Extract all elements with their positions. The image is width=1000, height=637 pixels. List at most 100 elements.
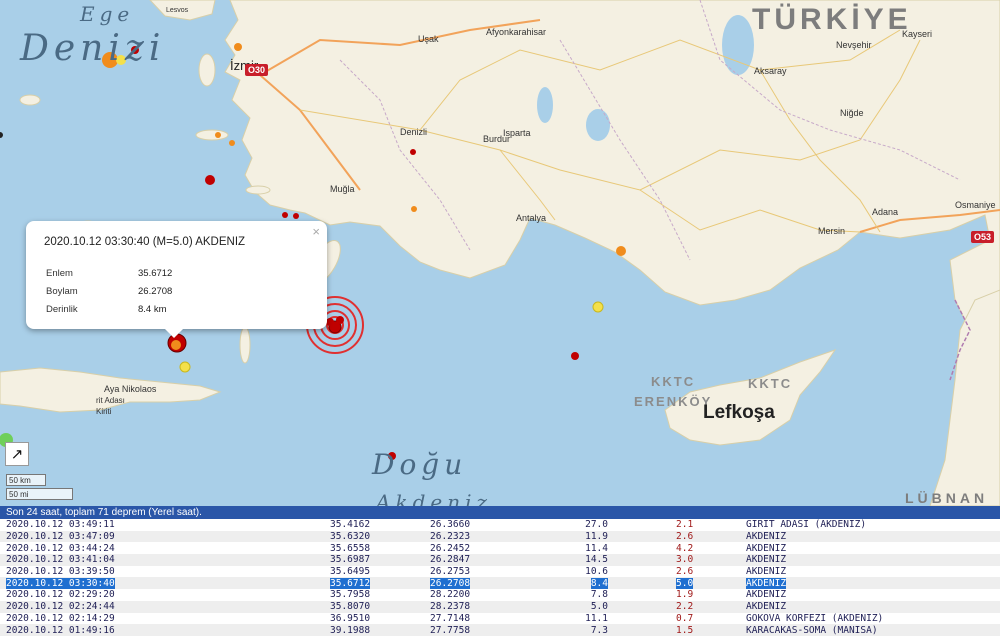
- quake-marker: [592, 301, 604, 313]
- cell-depth-text: 5.0: [590, 601, 608, 613]
- cell-lon: 27.7758: [430, 624, 530, 636]
- sea-label-dogu: Doğu: [372, 448, 468, 481]
- cell-mag-text: 5.0: [676, 577, 694, 589]
- city-label: Afyonkarahisar: [486, 27, 547, 37]
- cell-loc: GOKOVA KORFEZI (AKDENIZ): [746, 613, 1000, 625]
- cell-lon-text: 26.2847: [430, 554, 471, 566]
- cell-date-text: 2020.10.12 03:44:24: [6, 542, 115, 554]
- cell-lat-text: 35.7958: [330, 589, 371, 601]
- city-label: Isparta: [503, 128, 531, 138]
- lake-beysehir: [586, 109, 610, 141]
- earthquake-map[interactable]: Ege Denizi Doğu Akdeniz TÜRKİYE LÜBNAN İ…: [0, 0, 1000, 506]
- quake-marker: [336, 316, 344, 324]
- cell-mag: 5.0: [618, 577, 746, 590]
- table-row[interactable]: 2020.10.12 03:39:50 35.6495 26.2753 10.6 2.6…: [0, 566, 1000, 578]
- close-icon[interactable]: ×: [312, 224, 320, 239]
- region-label: KKTC: [748, 376, 793, 391]
- cell-loc-text: AKDENIZ: [746, 589, 787, 601]
- cell-date-text: 2020.10.12 03:47:09: [6, 531, 115, 543]
- cell-lat-text: 36.9510: [330, 612, 371, 624]
- cell-loc-text: AKDENIZ: [746, 601, 787, 613]
- city-label: Nevşehir: [836, 40, 872, 50]
- region-label: KKTC: [651, 374, 696, 389]
- cell-date: 2020.10.12 02:14:29: [0, 613, 330, 625]
- cell-lon-text: 27.7758: [430, 624, 471, 636]
- table-row[interactable]: 2020.10.12 01:49:16 39.1988 27.7758 7.3 1.5 K…: [0, 624, 1000, 636]
- cell-loc: GIRIT ADASI (AKDENIZ): [746, 519, 1000, 531]
- cell-date: 2020.10.12 03:44:24: [0, 542, 330, 554]
- cell-loc: AKDENIZ: [746, 600, 1000, 613]
- cell-depth: 11.9: [530, 530, 618, 543]
- cell-mag-text: 2.2: [676, 601, 694, 613]
- cell-depth: 5.0: [530, 600, 618, 613]
- cell-loc-text: AKDENIZ: [746, 542, 787, 554]
- popup-pointer: [165, 329, 183, 338]
- expand-arrow-icon[interactable]: ↗: [5, 442, 29, 466]
- chios-island: [198, 53, 216, 87]
- cell-lon-text: 26.2452: [430, 542, 471, 554]
- earthquake-table: 2020.10.12 03:49:11 35.4162 26.3660 27.0 2.1…: [0, 519, 1000, 636]
- earthquake-popup: 2020.10.12 03:30:40 (M=5.0) AKDENIZ × En…: [26, 221, 327, 329]
- quake-marker: [179, 361, 191, 373]
- quake-marker: [293, 213, 299, 219]
- quake-marker: [326, 318, 334, 326]
- cell-depth-text: 27.0: [585, 519, 608, 531]
- cell-lat-text: 35.6712: [330, 577, 371, 589]
- city-label: Aya Nikolaos: [104, 384, 157, 394]
- lake-egirdir: [537, 87, 553, 123]
- cell-date: 2020.10.12 03:47:09: [0, 530, 330, 543]
- table-row[interactable]: 2020.10.12 03:30:40 35.6712 26.2708 8.4 5.0 A…: [0, 577, 1000, 590]
- table-row[interactable]: 2020.10.12 03:41:04 35.6987 26.2847 14.5 3.0…: [0, 554, 1000, 566]
- cell-loc-text: AKDENIZ: [746, 577, 787, 589]
- cell-lat-text: 35.6495: [330, 566, 371, 578]
- cell-depth: 7.8: [530, 589, 618, 601]
- cell-lon: 26.3660: [430, 519, 530, 531]
- table-row[interactable]: 2020.10.12 03:47:09 35.6320 26.2323 11.9 2.6…: [0, 530, 1000, 543]
- city-label-lefkosa: Lefkoşa: [703, 402, 775, 423]
- cell-lat: 35.6320: [330, 530, 430, 543]
- cell-lat-text: 35.8070: [330, 601, 371, 613]
- small-island-1: [19, 94, 41, 106]
- cell-mag: 2.6: [618, 530, 746, 543]
- quake-marker: [215, 132, 221, 138]
- table-row[interactable]: 2020.10.12 02:14:29 36.9510 27.7148 11.1 0.7…: [0, 613, 1000, 625]
- cell-lon: 28.2378: [430, 600, 530, 613]
- cell-lon-text: 26.3660: [430, 519, 471, 531]
- city-label: Niğde: [840, 108, 864, 118]
- cell-mag-text: 4.2: [676, 542, 694, 554]
- road-shield: O53: [971, 231, 995, 243]
- sea-label-ege: Ege: [80, 2, 135, 26]
- cell-depth-text: 11.1: [585, 612, 608, 624]
- cell-loc: AKDENIZ: [746, 577, 1000, 590]
- cell-depth: 8.4: [530, 577, 618, 590]
- popup-lon-value: 26.2708: [138, 286, 173, 297]
- cell-lat-text: 39.1988: [330, 624, 371, 636]
- scale-bar-mi: 50 mi: [6, 488, 73, 500]
- popup-lon-label: Boylam: [46, 286, 78, 297]
- cell-depth: 27.0: [530, 519, 618, 531]
- cell-depth: 10.6: [530, 566, 618, 578]
- table-row[interactable]: 2020.10.12 03:44:24 35.6558 26.2452 11.4 4.2…: [0, 542, 1000, 554]
- cell-lon-text: 28.2200: [430, 589, 471, 601]
- city-label: Muğla: [330, 184, 355, 194]
- popup-depth-value: 8.4 km: [138, 304, 167, 315]
- table-row[interactable]: 2020.10.12 02:24:44 35.8070 28.2378 5.0 2.2 A…: [0, 600, 1000, 613]
- cell-loc: AKDENIZ: [746, 542, 1000, 554]
- cell-lon: 27.7148: [430, 613, 530, 625]
- cell-mag: 2.6: [618, 566, 746, 578]
- cell-mag-text: 0.7: [676, 612, 694, 624]
- cell-loc: KARACAKAS-SOMA (MANISA): [746, 624, 1000, 636]
- cell-depth-text: 11.4: [585, 542, 608, 554]
- cell-mag: 2.1: [618, 519, 746, 531]
- cell-lat-text: 35.6558: [330, 542, 371, 554]
- table-row[interactable]: 2020.10.12 03:49:11 35.4162 26.3660 27.0 2.1…: [0, 519, 1000, 531]
- cell-date: 2020.10.12 02:29:20: [0, 589, 330, 601]
- country-label-turkey: TÜRKİYE: [752, 3, 912, 36]
- city-label: rit Adası: [96, 396, 125, 405]
- cell-depth-text: 11.9: [585, 531, 608, 543]
- cell-depth-text: 7.3: [590, 624, 608, 636]
- table-row[interactable]: 2020.10.12 02:29:20 35.7958 28.2200 7.8 1.9 A…: [0, 589, 1000, 601]
- city-label: Antalya: [516, 213, 547, 223]
- cell-depth-text: 14.5: [585, 554, 608, 566]
- cell-date: 2020.10.12 03:49:11: [0, 519, 330, 531]
